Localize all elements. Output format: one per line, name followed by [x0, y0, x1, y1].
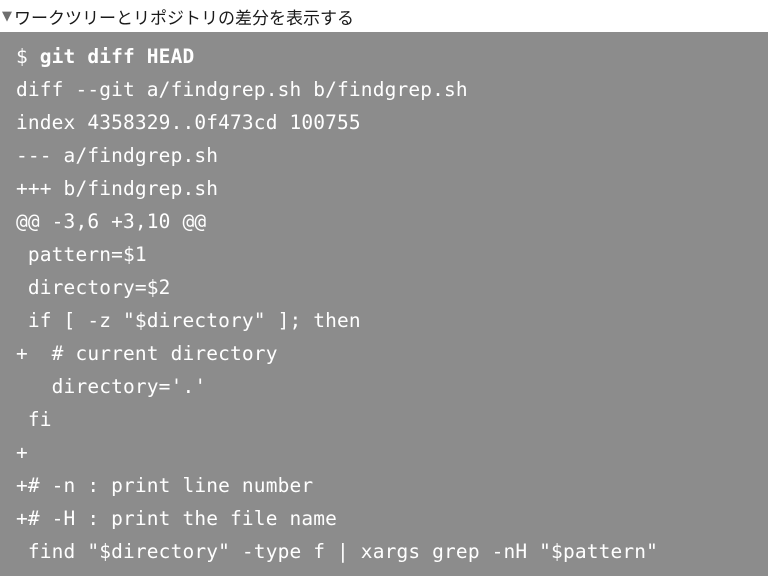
- figure-caption: ▼ ワークツリーとリポジトリの差分を表示する: [0, 0, 768, 32]
- code-line: +# -n : print line number: [16, 474, 314, 497]
- code-line: +: [16, 441, 28, 464]
- code-line: if [ -z "$directory" ]; then: [16, 309, 361, 332]
- code-line: directory='.': [16, 375, 207, 398]
- code-line: diff --git a/findgrep.sh b/findgrep.sh: [16, 78, 468, 101]
- code-line: fi: [16, 408, 52, 431]
- code-line: + # current directory: [16, 342, 278, 365]
- command-text: git diff HEAD: [39, 45, 195, 68]
- shell-prompt: $: [16, 45, 40, 68]
- code-line: index 4358329..0f473cd 100755: [16, 111, 361, 134]
- code-line: directory=$2: [16, 276, 171, 299]
- code-line: --- a/findgrep.sh: [16, 144, 219, 167]
- command-line: $ git diff HEAD: [16, 40, 194, 73]
- terminal-output: $ git diff HEAD diff --git a/findgrep.sh…: [0, 32, 768, 576]
- code-line: pattern=$1: [16, 243, 147, 266]
- triangle-marker-icon: ▼: [2, 8, 12, 24]
- code-line: +++ b/findgrep.sh: [16, 177, 219, 200]
- code-line: @@ -3,6 +3,10 @@: [16, 210, 207, 233]
- code-line: +# -H : print the file name: [16, 507, 338, 530]
- caption-text: ワークツリーとリポジトリの差分を表示する: [14, 8, 354, 29]
- code-line: find "$directory" -type f | xargs grep -…: [16, 540, 659, 563]
